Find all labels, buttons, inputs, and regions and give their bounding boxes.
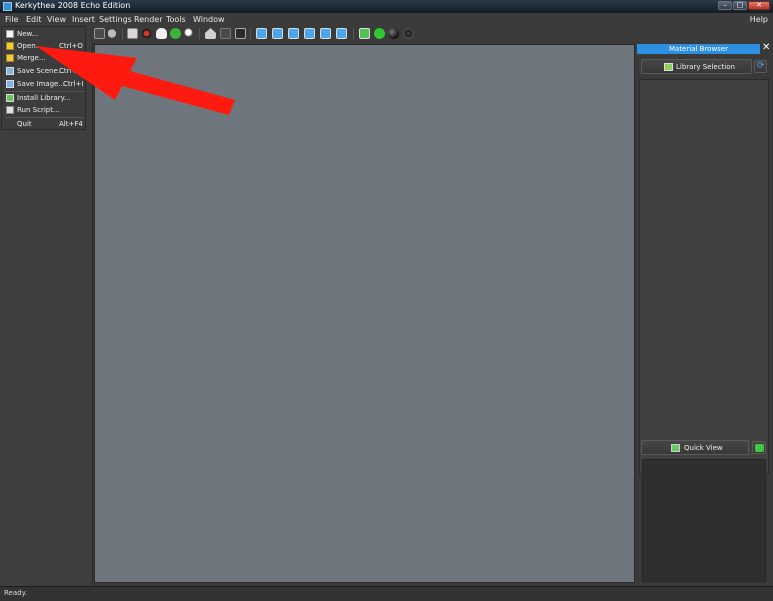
maximize-button[interactable]: □ bbox=[733, 1, 747, 10]
toolbar-separator bbox=[199, 28, 200, 40]
material-browser-panel: Material Browser ✕ Library Selection ⟳ Q… bbox=[636, 42, 773, 586]
material-preview bbox=[642, 459, 766, 582]
sphere-icon[interactable] bbox=[388, 28, 399, 39]
close-icon[interactable]: ✕ bbox=[762, 42, 770, 53]
menu-window[interactable]: Window bbox=[193, 15, 225, 24]
menu-render[interactable]: Render bbox=[134, 15, 162, 24]
menu-item-open[interactable]: Open... Ctrl+O bbox=[2, 40, 87, 52]
menu-edit[interactable]: Edit bbox=[26, 15, 42, 24]
menu-item-save-image[interactable]: Save Image... Ctrl+I bbox=[2, 78, 87, 90]
save-image-icon bbox=[6, 80, 14, 88]
minimize-button[interactable]: – bbox=[718, 1, 732, 10]
rotate-icon[interactable] bbox=[170, 28, 181, 39]
menu-item-shortcut: Alt+F4 bbox=[59, 120, 83, 128]
toolbar-separator bbox=[122, 28, 123, 40]
close-window-button[interactable]: ✕ bbox=[748, 1, 770, 10]
menu-view[interactable]: View bbox=[47, 15, 66, 24]
pencil-icon[interactable] bbox=[94, 28, 105, 39]
menu-item-label: Quit bbox=[17, 120, 32, 128]
moon-icon[interactable] bbox=[108, 28, 119, 39]
export-icon[interactable] bbox=[359, 28, 370, 39]
refresh-icon: ⟳ bbox=[757, 61, 765, 71]
add-icon bbox=[755, 444, 764, 452]
menu-item-label: Merge... bbox=[17, 54, 46, 62]
library-icon bbox=[664, 63, 673, 71]
menu-item-shortcut: Ctrl+O bbox=[59, 42, 83, 50]
box-front-icon[interactable] bbox=[256, 28, 267, 39]
toolbar-separator bbox=[353, 28, 354, 40]
box-bottom-icon[interactable] bbox=[336, 28, 347, 39]
refresh-button[interactable]: ⟳ bbox=[754, 60, 767, 73]
material-library-list[interactable] bbox=[639, 79, 769, 474]
menu-item-save-scene[interactable]: Save Scene... Ctrl+S bbox=[2, 65, 87, 77]
box-right-icon[interactable] bbox=[304, 28, 315, 39]
camera-icon[interactable] bbox=[220, 28, 231, 39]
quick-view-label: Quick View bbox=[684, 444, 723, 452]
box-top-icon[interactable] bbox=[320, 28, 331, 39]
toolbar bbox=[90, 26, 773, 42]
box-left-icon[interactable] bbox=[288, 28, 299, 39]
menu-item-label: Open... bbox=[17, 42, 43, 50]
folder-open-icon bbox=[6, 42, 14, 50]
menu-file[interactable]: File bbox=[5, 15, 18, 24]
menu-item-shortcut: Ctrl+I bbox=[63, 80, 84, 88]
status-bar: Ready. bbox=[0, 586, 773, 601]
menu-item-new[interactable]: New... bbox=[2, 28, 87, 40]
file-menu-dropdown: New... Open... Ctrl+O Merge... Save Scen… bbox=[1, 26, 86, 130]
window-title: Kerkythea 2008 Echo Edition bbox=[15, 1, 131, 10]
menu-item-label: Install Library... bbox=[17, 94, 71, 102]
menu-tools[interactable]: Tools bbox=[166, 15, 186, 24]
light-icon[interactable] bbox=[235, 28, 246, 39]
status-text: Ready. bbox=[4, 589, 27, 597]
menu-settings[interactable]: Settings bbox=[99, 15, 132, 24]
menu-item-install-library[interactable]: Install Library... bbox=[2, 92, 87, 104]
run-script-icon bbox=[6, 106, 14, 114]
title-bar: Kerkythea 2008 Echo Edition – □ ✕ bbox=[0, 0, 773, 13]
render-viewport[interactable] bbox=[94, 44, 635, 583]
library-selection-label: Library Selection bbox=[676, 63, 735, 71]
library-selection-button[interactable]: Library Selection bbox=[641, 59, 752, 74]
menu-item-label: Save Scene... bbox=[17, 67, 65, 75]
menu-item-label: New... bbox=[17, 30, 39, 38]
save-scene-icon bbox=[6, 67, 14, 75]
quick-view-add-button[interactable] bbox=[752, 441, 766, 454]
menu-item-merge[interactable]: Merge... bbox=[2, 52, 87, 64]
box-back-icon[interactable] bbox=[272, 28, 283, 39]
toolbar-separator bbox=[250, 28, 251, 40]
select-icon[interactable] bbox=[127, 28, 138, 39]
material-browser-title: Material Browser bbox=[637, 44, 760, 54]
zoom-icon[interactable] bbox=[184, 28, 195, 39]
new-file-icon bbox=[6, 30, 14, 38]
hand-icon[interactable] bbox=[156, 28, 167, 39]
install-library-icon bbox=[6, 94, 14, 102]
menu-item-run-script[interactable]: Run Script... bbox=[2, 104, 87, 116]
torus-icon[interactable] bbox=[403, 28, 414, 39]
menu-help[interactable]: Help bbox=[750, 15, 768, 24]
add-icon[interactable] bbox=[374, 28, 385, 39]
menu-bar: File Edit View Insert Settings Render To… bbox=[0, 13, 773, 26]
menu-item-quit[interactable]: Quit Alt+F4 bbox=[2, 118, 87, 130]
quick-view-icon bbox=[671, 444, 680, 452]
quick-view-button[interactable]: Quick View bbox=[641, 440, 749, 455]
house-icon[interactable] bbox=[205, 28, 216, 39]
app-icon bbox=[3, 2, 12, 11]
menu-insert[interactable]: Insert bbox=[72, 15, 95, 24]
folder-merge-icon bbox=[6, 54, 14, 62]
menu-item-shortcut: Ctrl+S bbox=[59, 67, 82, 75]
menu-item-label: Run Script... bbox=[17, 106, 60, 114]
menu-item-label: Save Image... bbox=[17, 80, 66, 88]
render-icon[interactable] bbox=[141, 28, 152, 39]
